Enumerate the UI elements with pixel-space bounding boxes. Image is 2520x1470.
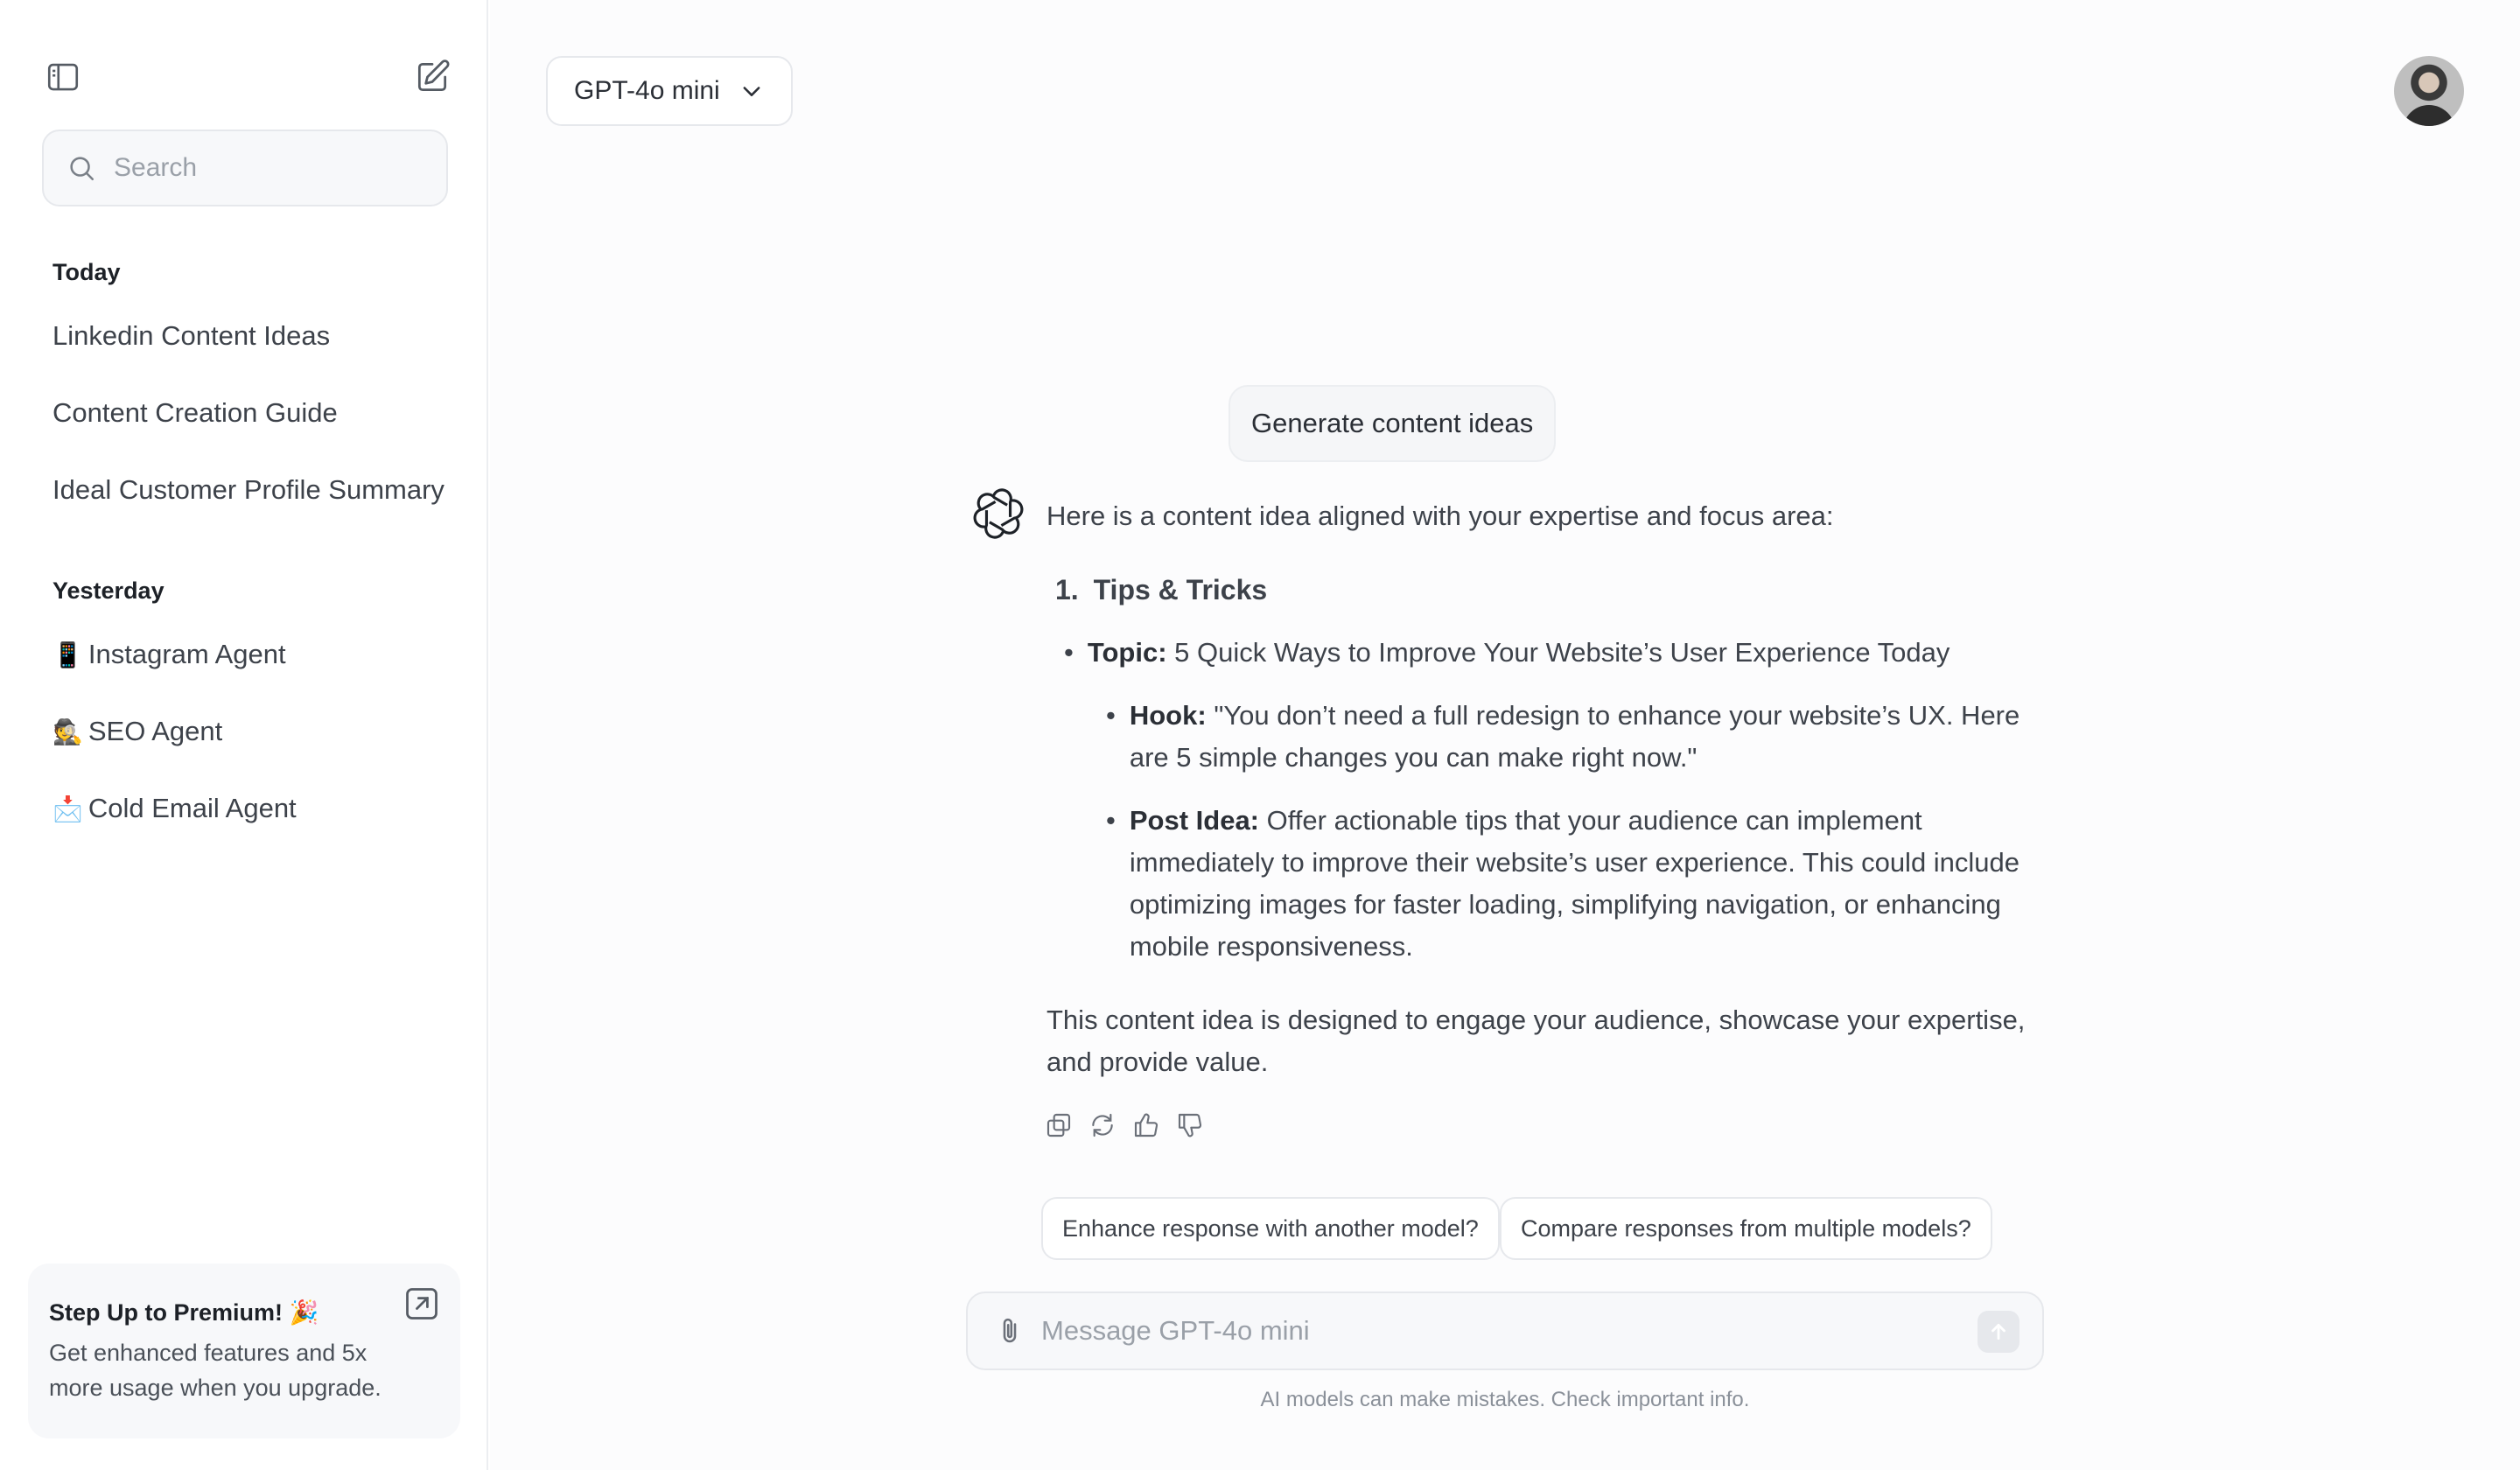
copy-icon[interactable] — [1045, 1111, 1073, 1139]
chat-item[interactable]: 📩 Cold Email Agent — [52, 793, 297, 824]
external-link-icon[interactable] — [402, 1284, 441, 1323]
disclaimer: AI models can make mistakes. Check impor… — [1260, 1388, 1750, 1411]
premium-card[interactable]: Step Up to Premium! 🎉 Get enhanced featu… — [28, 1264, 460, 1438]
chat-item-label: Cold Email Agent — [88, 793, 297, 823]
assistant-message: Here is a content idea aligned with your… — [1046, 495, 2044, 1083]
list-title: Tips & Tricks — [1093, 574, 1268, 606]
arrow-up-icon — [1992, 1324, 2006, 1340]
send-button[interactable] — [1978, 1311, 2020, 1353]
chat-item-label: Content Creation Guide — [52, 397, 338, 428]
topic-bullet: • Topic: 5 Quick Ways to Improve Your We… — [1064, 637, 1950, 668]
suggestion-chip[interactable]: Compare responses from multiple models? — [1500, 1197, 1992, 1260]
chat-item-label: SEO Agent — [88, 716, 223, 746]
premium-description: Get enhanced features and 5x more usage … — [49, 1340, 382, 1401]
new-chat-icon[interactable] — [411, 56, 453, 98]
chat-item[interactable]: Linkedin Content Ideas — [52, 320, 330, 352]
post-idea-bullet: • Post Idea: Offer actionable tips that … — [1106, 805, 2020, 962]
search-icon — [70, 157, 94, 181]
list-number: 1. — [1055, 574, 1079, 606]
suggestion-chip[interactable]: Enhance response with another model? — [1041, 1197, 1500, 1260]
group-title-yesterday: Yesterday — [52, 578, 164, 604]
thumbs-down-icon[interactable] — [1176, 1111, 1204, 1139]
user-message: Generate content ideas — [1228, 385, 1557, 462]
message-input[interactable] — [1041, 1315, 1916, 1347]
chat-item-label: Ideal Customer Profile Summary — [52, 474, 444, 505]
hook-text: "You don’t need a full redesign to enhan… — [1129, 700, 2020, 773]
chat-item-label: Instagram Agent — [88, 639, 286, 669]
response-intro: Here is a content idea aligned with your… — [1046, 500, 1834, 531]
post-idea-label: Post Idea: — [1129, 805, 1260, 836]
chat-item-label: Linkedin Content Ideas — [52, 320, 331, 351]
chat-item[interactable]: Ideal Customer Profile Summary — [52, 474, 444, 506]
premium-title: Step Up to Premium! 🎉 — [49, 1299, 319, 1326]
model-name: GPT-4o mini — [574, 76, 720, 105]
post-idea-text: Offer actionable tips that your audience… — [1129, 805, 2020, 962]
response-list-item: 1. Tips & Tricks — [1055, 569, 2044, 611]
thumbs-up-icon[interactable] — [1132, 1111, 1160, 1139]
phone-emoji-icon: 📱 — [52, 641, 83, 668]
user-avatar[interactable] — [2394, 56, 2464, 126]
chat-item[interactable]: 📱 Instagram Agent — [52, 639, 286, 670]
paperclip-icon[interactable] — [994, 1315, 1026, 1347]
chat-item[interactable]: 🕵️ SEO Agent — [52, 716, 222, 747]
regenerate-icon[interactable] — [1088, 1111, 1116, 1139]
sidebar-toggle-icon[interactable] — [42, 56, 84, 98]
group-title-today: Today — [52, 259, 121, 285]
response-outro: This content idea is designed to engage … — [1046, 1004, 2026, 1077]
sidebar: Today Linkedin Content Ideas Content Cre… — [0, 0, 488, 1470]
message-actions — [1045, 1111, 1204, 1139]
chevron-down-icon — [743, 87, 760, 96]
detective-emoji-icon: 🕵️ — [52, 718, 83, 746]
openai-logo-icon — [973, 488, 1024, 539]
search-input[interactable] — [114, 153, 429, 183]
search-box[interactable] — [42, 130, 448, 206]
topic-text: 5 Quick Ways to Improve Your Website’s U… — [1174, 637, 1950, 668]
chat-item[interactable]: Content Creation Guide — [52, 397, 338, 429]
topic-label: Topic: — [1087, 637, 1167, 668]
model-selector[interactable]: GPT-4o mini — [546, 56, 793, 126]
hook-label: Hook: — [1129, 700, 1207, 731]
hook-bullet: • Hook: "You don’t need a full redesign … — [1106, 700, 2020, 773]
envelope-emoji-icon: 📩 — [52, 795, 83, 822]
message-composer — [966, 1292, 2044, 1370]
